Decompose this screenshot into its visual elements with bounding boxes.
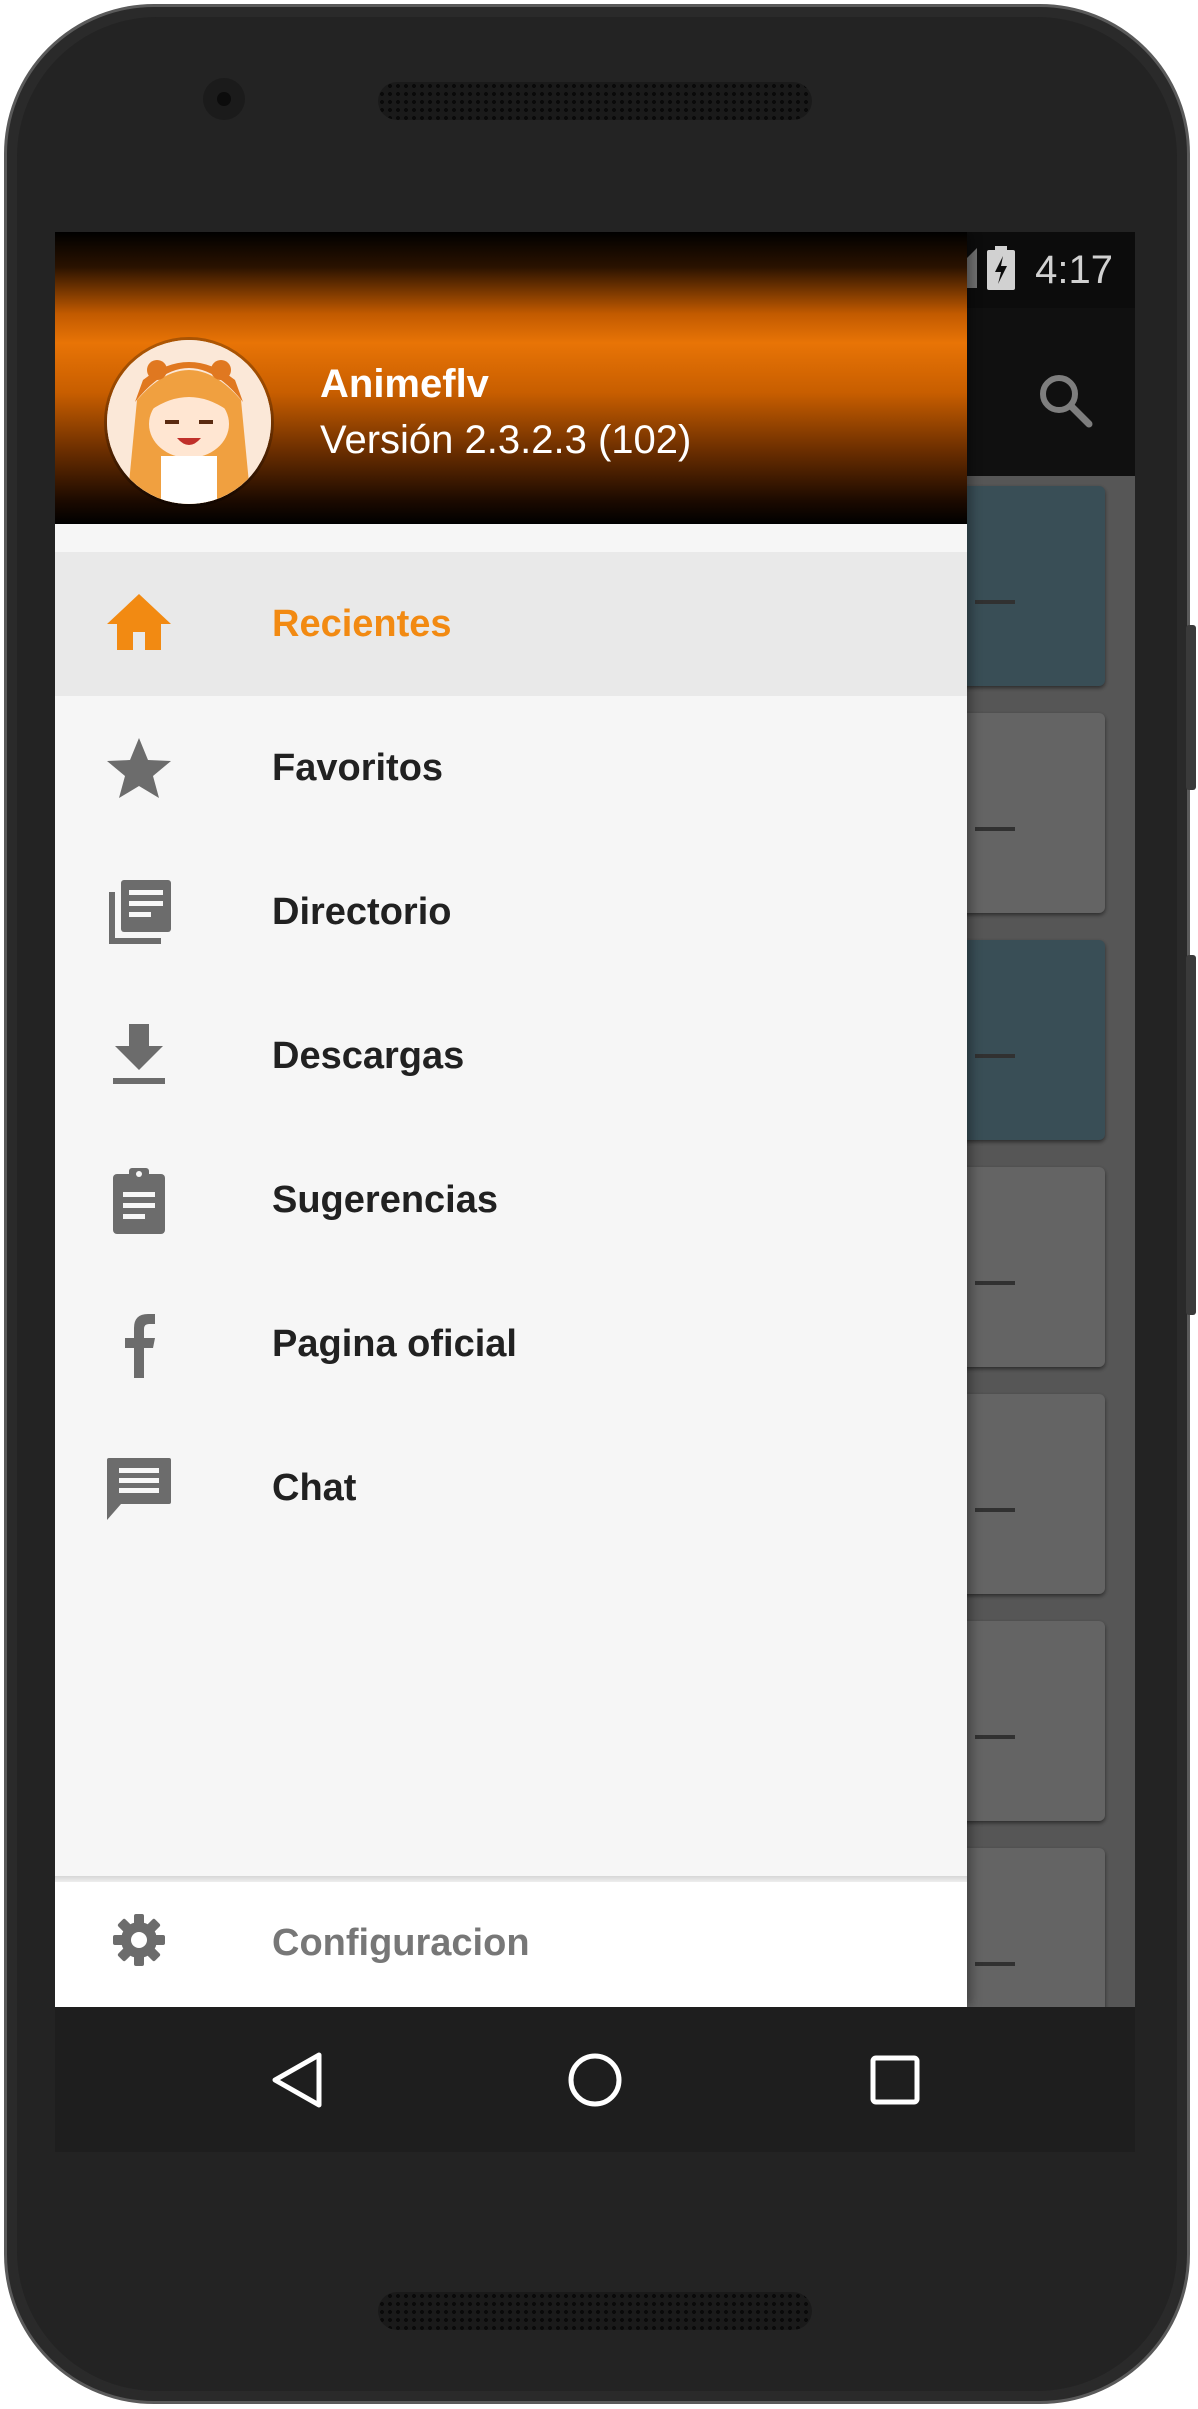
library-icon [103,876,175,948]
drawer-app-name: Animeflv [320,362,489,406]
chat-icon [103,1452,175,1524]
bottom-speaker [378,2292,812,2330]
download-icon [103,1020,175,1092]
system-navigation-bar [55,2007,1135,2152]
top-speaker [378,82,812,120]
drawer-item-label: Pagina oficial [272,1322,517,1365]
drawer-item-label: Descargas [272,1034,465,1077]
drawer-item-label: Directorio [272,890,452,933]
star-icon [103,732,175,804]
drawer-item-label: Recientes [272,602,452,645]
drawer-item-recientes[interactable]: Recientes [55,552,967,696]
home-icon [103,588,175,660]
drawer-item-configuracion[interactable]: Configuracion [55,1882,967,2007]
app-avatar [107,340,271,504]
clipboard-icon [103,1164,175,1236]
front-camera [203,78,245,120]
drawer-header: Animeflv Versión 2.3.2.3 (102) [55,232,967,524]
recents-square-icon[interactable] [835,2007,955,2152]
back-icon[interactable] [237,2007,357,2152]
drawer-item-label: Chat [272,1466,357,1509]
drawer-item-label: Sugerencias [272,1178,498,1221]
drawer-footer-label: Configuracion [272,1922,530,1964]
drawer-item-pagina-oficial[interactable]: Pagina oficial [55,1272,967,1416]
drawer-item-descargas[interactable]: Descargas [55,984,967,1128]
drawer-item-favoritos[interactable]: Favoritos [55,696,967,840]
navigation-drawer: Animeflv Versión 2.3.2.3 (102) Recientes… [55,232,967,2007]
power-button [1186,625,1196,790]
volume-button [1186,955,1196,1315]
facebook-icon [103,1308,175,1380]
gear-icon [103,1904,175,1976]
drawer-item-sugerencias[interactable]: Sugerencias [55,1128,967,1272]
drawer-item-label: Favoritos [272,746,444,789]
drawer-menu: Recientes Favoritos Directorio Descargas [55,552,967,1560]
home-circle-icon[interactable] [535,2007,655,2152]
drawer-item-chat[interactable]: Chat [55,1416,967,1560]
drawer-app-version: Versión 2.3.2.3 (102) [320,418,692,462]
drawer-item-directorio[interactable]: Directorio [55,840,967,984]
screen: 4:17 Animeflv Versión 2.3.2.3 (102) Reci… [55,232,1135,2007]
